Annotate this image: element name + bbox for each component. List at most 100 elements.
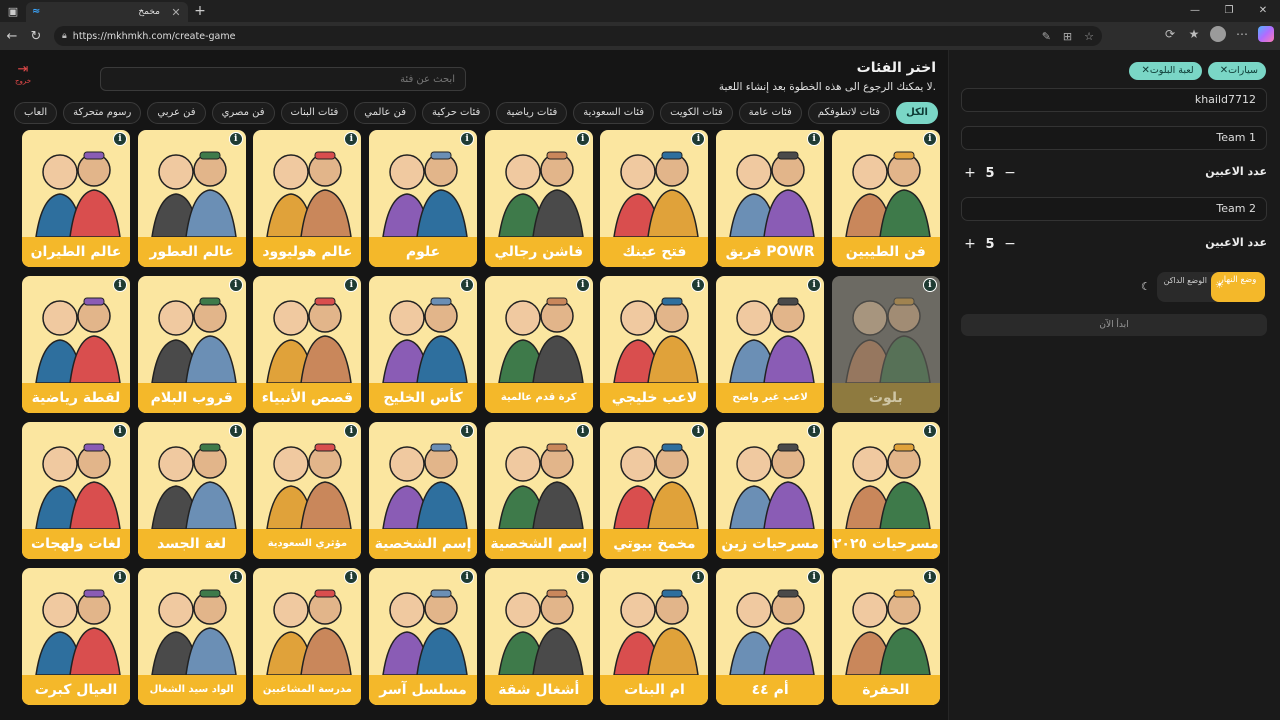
category-card[interactable]: i قروب البلام xyxy=(137,276,246,413)
info-icon[interactable]: i xyxy=(113,278,127,292)
category-card[interactable]: i فن الطيبين xyxy=(831,130,940,267)
category-card[interactable]: i مسرحيات زين xyxy=(716,422,825,559)
category-card[interactable]: i مدرسة المشاغبين xyxy=(253,568,362,705)
info-icon[interactable]: i xyxy=(113,570,127,584)
favorites-icon[interactable]: ★ xyxy=(1186,27,1202,41)
category-card[interactable]: i العيال كبرت xyxy=(22,568,130,705)
increase-button[interactable]: + xyxy=(961,165,979,181)
category-chip[interactable]: فن عربي xyxy=(147,102,206,124)
info-icon[interactable]: i xyxy=(113,132,127,146)
category-card[interactable]: i لاعب غير واضح xyxy=(716,276,825,413)
reload-icon[interactable]: ↻ xyxy=(24,29,48,44)
category-card[interactable]: i علوم xyxy=(369,130,478,267)
category-card[interactable]: i لاعب خليجي xyxy=(600,276,709,413)
new-tab-button[interactable]: + xyxy=(188,3,212,19)
profile-avatar[interactable] xyxy=(1210,26,1226,42)
copilot-icon[interactable] xyxy=(1258,26,1274,42)
team1-name-field[interactable]: Team 1 xyxy=(961,126,1267,150)
info-icon[interactable]: i xyxy=(575,424,590,438)
category-card[interactable]: i الواد سيد الشغال xyxy=(137,568,246,705)
category-card[interactable]: i فريق POWR xyxy=(716,130,825,267)
category-chip[interactable]: فئات لاتطوفكم xyxy=(807,102,891,124)
start-game-button[interactable]: ابدأ الآن xyxy=(961,314,1267,336)
minimize-button[interactable]: — xyxy=(1178,0,1212,22)
info-icon[interactable]: i xyxy=(575,278,590,292)
theme-toggle[interactable]: ☾ الوضع الداكن ☀ وضع النهار xyxy=(1141,272,1265,302)
day-mode-option[interactable]: ☀ وضع النهار xyxy=(1211,272,1265,302)
exit-button[interactable]: ⇥ خروج xyxy=(12,62,34,85)
category-chip[interactable]: العاب xyxy=(14,102,58,124)
category-card[interactable]: i مؤثري السعودية xyxy=(253,422,362,559)
info-icon[interactable]: i xyxy=(922,424,937,438)
increase-button[interactable]: + xyxy=(961,236,979,252)
info-icon[interactable]: i xyxy=(575,132,590,146)
url-field[interactable]: 🔒︎ https://mkhmkh.com/create-game ✎ ⊞ ☆ xyxy=(54,26,1102,46)
info-icon[interactable]: i xyxy=(460,132,475,146)
category-chip[interactable]: الكل xyxy=(896,102,938,124)
category-card[interactable]: i لغات ولهجات xyxy=(22,422,130,559)
category-card[interactable]: i الحفرة xyxy=(831,568,940,705)
window-menu-icon[interactable]: ▣ xyxy=(0,0,26,22)
category-card[interactable]: i قصص الأنبياء xyxy=(253,276,362,413)
extensions-icon[interactable]: ⟳ xyxy=(1162,27,1178,41)
info-icon[interactable]: i xyxy=(922,570,937,584)
category-card[interactable]: i كرة قدم عالمية xyxy=(484,276,593,413)
site-info-icon[interactable]: 🔒︎ xyxy=(62,31,67,41)
category-chip[interactable]: فئات السعودية xyxy=(573,102,655,124)
close-window-button[interactable]: ✕ xyxy=(1246,0,1280,22)
category-card[interactable]: i فاشن رجالي xyxy=(484,130,593,267)
browser-tab[interactable]: ≈ مخمخ ✕ xyxy=(26,2,188,22)
category-card[interactable]: i أشغال شقة xyxy=(484,568,593,705)
category-card[interactable]: i كأس الخليج xyxy=(369,276,478,413)
category-search-input[interactable] xyxy=(100,67,466,91)
apps-icon[interactable]: ⊞ xyxy=(1063,30,1072,43)
category-card[interactable]: i فتح عينك xyxy=(600,130,709,267)
category-card[interactable]: i لغة الجسد xyxy=(137,422,246,559)
tab-close-icon[interactable]: ✕ xyxy=(170,6,182,19)
category-chip[interactable]: فئات عامة xyxy=(738,102,802,124)
category-card[interactable]: i مسلسل آسر xyxy=(369,568,478,705)
username-field[interactable]: khaild7712 xyxy=(961,88,1267,112)
two-boys-icon xyxy=(22,568,130,676)
team2-name-field[interactable]: Team 2 xyxy=(961,197,1267,221)
back-icon[interactable]: ← xyxy=(0,29,24,44)
category-card[interactable]: i ام البنات xyxy=(600,568,709,705)
category-card[interactable]: i لقطة رياضية xyxy=(22,276,130,413)
info-icon[interactable]: i xyxy=(460,424,475,438)
info-icon[interactable]: i xyxy=(228,424,243,438)
info-icon[interactable]: i xyxy=(460,278,475,292)
info-icon[interactable]: i xyxy=(113,424,127,438)
category-card[interactable]: i إسم الشخصية xyxy=(369,422,478,559)
category-card[interactable]: i عالم الطيران xyxy=(22,130,130,267)
info-icon[interactable]: i xyxy=(460,570,475,584)
category-chip[interactable]: فئات حركية xyxy=(422,102,491,124)
more-menu-icon[interactable]: ⋯ xyxy=(1234,27,1250,41)
remove-tag-icon[interactable]: ✕ xyxy=(1220,65,1228,76)
decrease-button[interactable]: − xyxy=(1001,165,1019,181)
info-icon[interactable]: i xyxy=(228,278,243,292)
category-card[interactable]: i عالم العطور xyxy=(137,130,246,267)
category-chip[interactable]: رسوم متحركة xyxy=(63,102,142,124)
info-icon[interactable]: i xyxy=(575,570,590,584)
info-icon[interactable]: i xyxy=(228,570,243,584)
remove-tag-icon[interactable]: ✕ xyxy=(1141,65,1149,76)
category-card[interactable]: i مخمخ بيوتي xyxy=(600,422,709,559)
decrease-button[interactable]: − xyxy=(1001,236,1019,252)
category-card[interactable]: i عالم هوليوود xyxy=(253,130,362,267)
category-chip[interactable]: فئات رياضية xyxy=(496,102,568,124)
category-card[interactable]: i مسرحيات ٢٠٢٥ xyxy=(831,422,940,559)
category-chip[interactable]: فئات البنات xyxy=(280,102,349,124)
category-card[interactable]: i إسم الشخصية xyxy=(484,422,593,559)
category-chip[interactable]: فئات الكويت xyxy=(660,102,733,124)
edit-icon[interactable]: ✎ xyxy=(1042,30,1051,43)
category-chip[interactable]: فن مصري xyxy=(211,102,275,124)
category-chip[interactable]: فن عالمي xyxy=(354,102,417,124)
dark-mode-option[interactable]: الوضع الداكن xyxy=(1157,272,1211,302)
category-card[interactable]: i أم ٤٤ xyxy=(716,568,825,705)
info-icon[interactable]: i xyxy=(228,132,243,146)
info-icon[interactable]: i xyxy=(922,132,937,146)
favorite-star-icon[interactable]: ☆ xyxy=(1084,30,1094,43)
category-card[interactable]: i بلوت xyxy=(831,276,940,413)
info-icon[interactable]: i xyxy=(922,278,937,292)
maximize-button[interactable]: ❐ xyxy=(1212,0,1246,22)
